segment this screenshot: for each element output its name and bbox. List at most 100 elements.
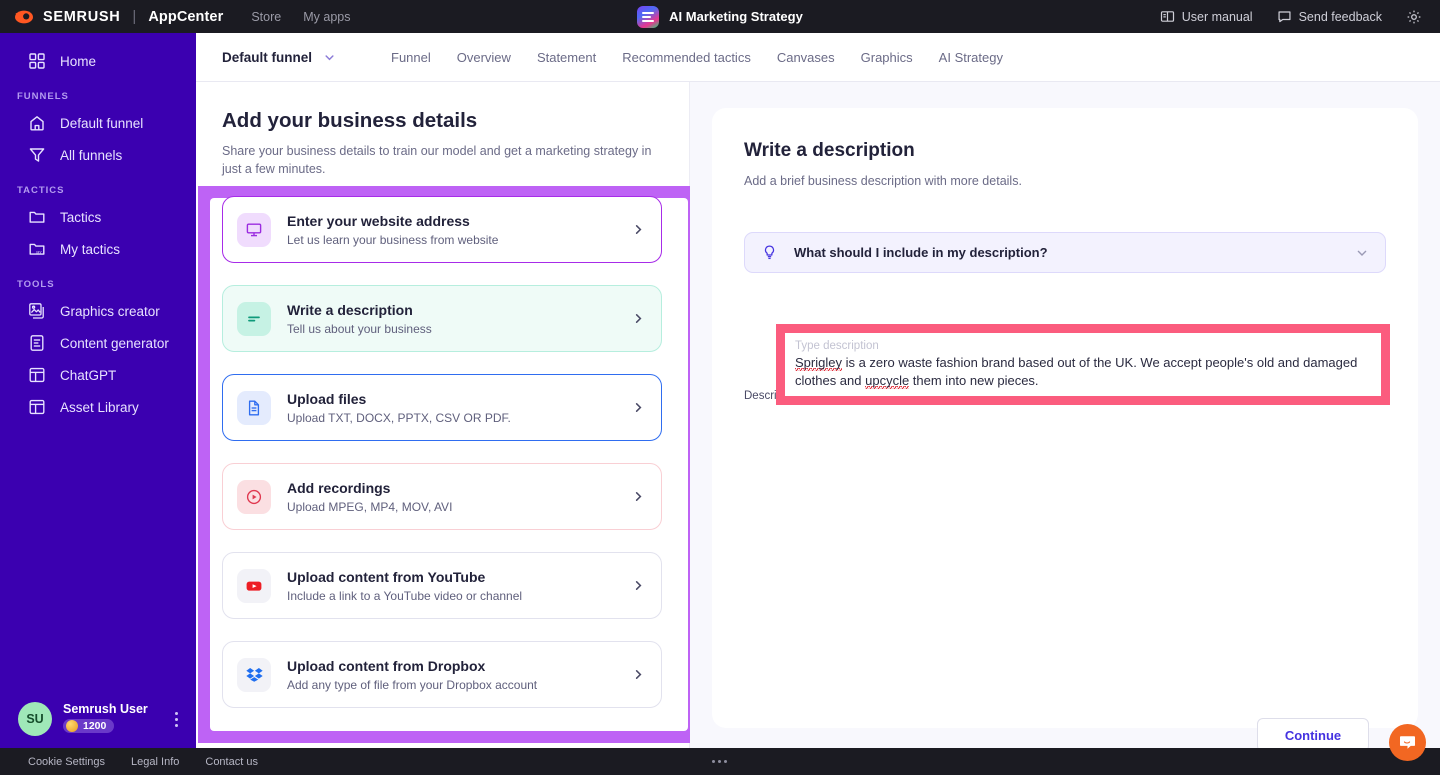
text-lines-icon xyxy=(237,302,271,336)
credits-badge[interactable]: 1200 xyxy=(63,719,114,733)
semrush-flame-icon xyxy=(14,7,34,27)
card-text: Upload files Upload TXT, DOCX, PPTX, CSV… xyxy=(287,390,511,425)
description-subtitle: Add a brief business description with mo… xyxy=(744,174,1418,188)
tab-ai-strategy[interactable]: AI Strategy xyxy=(926,50,1016,65)
file-icon xyxy=(237,391,271,425)
card-title: Enter your website address xyxy=(287,212,498,230)
document-lines-icon xyxy=(28,334,46,352)
page-title: Add your business details xyxy=(222,109,689,133)
credits-value: 1200 xyxy=(83,720,106,732)
grid-icon xyxy=(28,52,46,70)
dropbox-icon xyxy=(237,658,271,692)
user-manual-label: User manual xyxy=(1182,10,1253,24)
sidebar-label-my-tactics: My tactics xyxy=(60,242,120,257)
card-enter-website-address[interactable]: Enter your website address Let us learn … xyxy=(222,196,662,263)
chevron-down-icon xyxy=(1355,246,1369,260)
coin-icon xyxy=(66,720,78,732)
tab-funnel[interactable]: Funnel xyxy=(378,50,444,65)
sidebar-item-graphics-creator[interactable]: Graphics creator xyxy=(0,295,196,327)
help-accordion[interactable]: What should I include in my description? xyxy=(744,232,1386,273)
sidebar-item-default-funnel[interactable]: Default funnel xyxy=(0,107,196,139)
tab-graphics[interactable]: Graphics xyxy=(848,50,926,65)
intercom-chat-icon[interactable] xyxy=(1389,724,1426,761)
description-textarea-content: Type description Sprigley is a zero wast… xyxy=(785,333,1381,396)
funnel-selector-label: Default funnel xyxy=(222,50,312,65)
image-stack-icon xyxy=(28,302,46,320)
tab-list: Funnel Overview Statement Recommended ta… xyxy=(378,50,1016,65)
user-name: Semrush User xyxy=(63,702,148,716)
card-desc: Upload MPEG, MP4, MOV, AVI xyxy=(287,500,452,514)
lightbulb-icon xyxy=(761,244,778,261)
sidebar-item-asset-library[interactable]: Asset Library xyxy=(0,391,196,423)
chevron-right-icon xyxy=(632,401,645,414)
misspelled-word: Sprigley xyxy=(795,355,842,371)
gear-icon xyxy=(1406,9,1422,25)
chevron-right-icon xyxy=(632,490,645,503)
card-text: Write a description Tell us about your b… xyxy=(287,301,432,336)
current-app-indicator: AI Marketing Strategy xyxy=(520,6,920,28)
sidebar-section-funnels: FUNNELS xyxy=(0,91,196,102)
sidebar-item-tactics[interactable]: Tactics xyxy=(0,201,196,233)
play-circle-icon xyxy=(237,480,271,514)
sidebar-item-all-funnels[interactable]: All funnels xyxy=(0,139,196,171)
sidebar-user-section: SU Semrush User 1200 xyxy=(0,690,196,748)
footer-link-cookie-settings[interactable]: Cookie Settings xyxy=(28,756,105,768)
sidebar-item-my-tactics[interactable]: MY My tactics xyxy=(0,233,196,265)
folder-icon xyxy=(28,208,46,226)
kebab-menu-icon[interactable] xyxy=(175,712,178,727)
avatar[interactable]: SU xyxy=(18,702,52,736)
card-title: Upload content from YouTube xyxy=(287,568,522,586)
footer-link-legal-info[interactable]: Legal Info xyxy=(131,756,179,768)
card-add-recordings[interactable]: Add recordings Upload MPEG, MP4, MOV, AV… xyxy=(222,463,662,530)
card-text: Upload content from YouTube Include a li… xyxy=(287,568,522,603)
sidebar-label-tactics: Tactics xyxy=(60,210,101,225)
send-feedback-button[interactable]: Send feedback xyxy=(1265,9,1394,24)
send-feedback-label: Send feedback xyxy=(1299,10,1382,24)
chevron-right-icon xyxy=(632,312,645,325)
tab-overview[interactable]: Overview xyxy=(444,50,524,65)
description-card: Write a description Add a brief business… xyxy=(712,108,1418,728)
folder-my-icon: MY xyxy=(28,240,46,258)
page-subtitle: Share your business details to train our… xyxy=(222,142,662,178)
card-text: Upload content from Dropbox Add any type… xyxy=(287,657,537,692)
topbar-link-store[interactable]: Store xyxy=(251,10,281,24)
card-upload-from-youtube[interactable]: Upload content from YouTube Include a li… xyxy=(222,552,662,619)
monitor-icon xyxy=(237,213,271,247)
tab-canvases[interactable]: Canvases xyxy=(764,50,848,65)
sidebar-item-chatgpt[interactable]: ChatGPT xyxy=(0,359,196,391)
sidebar-label-chatgpt: ChatGPT xyxy=(60,368,116,383)
description-textarea[interactable]: Type description Sprigley is a zero wast… xyxy=(776,324,1390,405)
sidebar-label-default-funnel: Default funnel xyxy=(60,116,143,131)
sidebar-section-tactics: TACTICS xyxy=(0,185,196,196)
description-value: Sprigley is a zero waste fashion brand b… xyxy=(795,354,1365,391)
topbar-link-my-apps[interactable]: My apps xyxy=(303,10,350,24)
card-desc: Upload TXT, DOCX, PPTX, CSV OR PDF. xyxy=(287,411,511,425)
top-navigation-bar: SEMRUSH | AppCenter Store My apps AI Mar… xyxy=(0,0,1440,33)
ellipsis-icon[interactable] xyxy=(712,760,727,763)
description-field-highlight: Type description Sprigley is a zero wast… xyxy=(776,324,1390,405)
card-desc: Let us learn your business from website xyxy=(287,233,498,247)
tab-recommended-tactics[interactable]: Recommended tactics xyxy=(609,50,764,65)
card-upload-files[interactable]: Upload files Upload TXT, DOCX, PPTX, CSV… xyxy=(222,374,662,441)
home-outline-icon xyxy=(28,114,46,132)
settings-button[interactable] xyxy=(1394,9,1428,25)
user-manual-button[interactable]: User manual xyxy=(1148,9,1265,24)
card-title: Upload files xyxy=(287,390,511,408)
card-title: Upload content from Dropbox xyxy=(287,657,537,675)
funnel-icon xyxy=(28,146,46,164)
footer-link-contact-us[interactable]: Contact us xyxy=(205,756,258,768)
card-write-a-description[interactable]: Write a description Tell us about your b… xyxy=(222,285,662,352)
sidebar-item-home[interactable]: Home xyxy=(0,45,196,77)
continue-button[interactable]: Continue xyxy=(1257,718,1369,752)
brand-name: SEMRUSH xyxy=(43,9,120,25)
description-editor-panel: Write a description Add a brief business… xyxy=(690,82,1440,748)
card-text: Enter your website address Let us learn … xyxy=(287,212,498,247)
sidebar-label-graphics-creator: Graphics creator xyxy=(60,304,160,319)
sidebar-item-content-generator[interactable]: Content generator xyxy=(0,327,196,359)
semrush-logo[interactable]: SEMRUSH | AppCenter xyxy=(14,7,223,27)
chevron-down-icon xyxy=(323,51,336,64)
tab-statement[interactable]: Statement xyxy=(524,50,609,65)
funnel-selector[interactable]: Default funnel xyxy=(222,50,336,65)
sidebar-label-content-generator: Content generator xyxy=(60,336,169,351)
card-upload-from-dropbox[interactable]: Upload content from Dropbox Add any type… xyxy=(222,641,662,708)
